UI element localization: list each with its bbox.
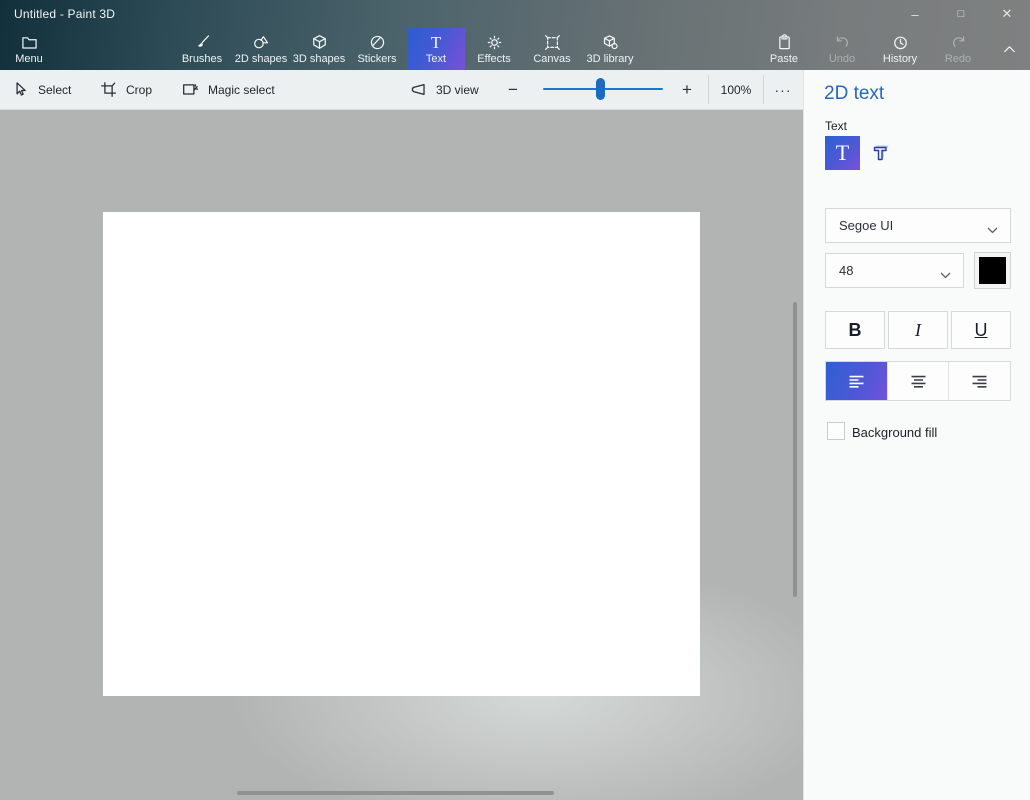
minimize-icon: –: [911, 7, 918, 22]
text-color-swatch[interactable]: [974, 252, 1011, 289]
zoom-level-button[interactable]: 100%: [709, 70, 763, 109]
2d-text-icon: T: [836, 142, 849, 164]
alignment-group: [825, 361, 1011, 401]
panel-title: 2D text: [824, 83, 884, 105]
align-center-button[interactable]: [887, 362, 949, 400]
titlebar: Untitled - Paint 3D – □ ✕: [0, 0, 1030, 28]
toolbar-item-undo[interactable]: Undo: [813, 28, 871, 70]
select-cursor-icon: [12, 81, 29, 98]
align-left-icon: [848, 373, 865, 390]
italic-button[interactable]: I: [888, 311, 948, 349]
horizontal-scrollbar[interactable]: [237, 791, 554, 795]
collapse-ribbon-button[interactable]: [988, 28, 1030, 70]
bold-button[interactable]: B: [825, 311, 885, 349]
underline-button[interactable]: U: [951, 311, 1011, 349]
undo-icon: [834, 34, 851, 51]
window-title: Untitled - Paint 3D: [14, 7, 115, 21]
maximize-button[interactable]: □: [938, 0, 984, 28]
font-family-value: Segoe UI: [826, 218, 987, 233]
3d-view-button[interactable]: 3D view: [410, 70, 479, 109]
2d-text-type-button[interactable]: T: [825, 136, 860, 170]
toolbar-item-menu[interactable]: Menu: [0, 28, 58, 70]
paste-clipboard-icon: [776, 34, 793, 51]
background-fill-label: Background fill: [852, 425, 937, 440]
sticker-icon: [369, 34, 386, 51]
ellipsis-icon: ···: [775, 82, 792, 98]
2d-text-panel: 2D text Text T Segoe UI 48 B I U: [803, 70, 1030, 800]
zoom-slider[interactable]: [543, 70, 663, 109]
close-icon: ✕: [1002, 6, 1013, 22]
zoom-slider-thumb[interactable]: [596, 78, 605, 100]
maximize-icon: □: [958, 8, 965, 20]
text-tool-icon: T: [431, 34, 441, 51]
current-color: [979, 257, 1006, 284]
vertical-scrollbar[interactable]: [793, 302, 797, 597]
menu-folder-icon: [21, 34, 38, 51]
3d-library-icon: [602, 34, 619, 51]
font-size-dropdown[interactable]: 48: [825, 253, 964, 288]
workspace: [0, 110, 803, 800]
toolbar-item-3d-library[interactable]: 3D library: [581, 28, 639, 70]
text-section-label: Text: [825, 119, 847, 133]
toolbar-item-canvas[interactable]: Canvas: [523, 28, 581, 70]
align-right-button[interactable]: [948, 362, 1010, 400]
2d-shapes-icon: [253, 34, 270, 51]
header: Untitled - Paint 3D – □ ✕ Menu Brushes 2…: [0, 0, 1030, 70]
align-center-icon: [910, 373, 927, 390]
crop-icon: [100, 81, 117, 98]
window-controls: – □ ✕: [892, 0, 1030, 28]
paint3d-window: Untitled - Paint 3D – □ ✕ Menu Brushes 2…: [0, 0, 1030, 800]
chevron-up-icon: [1001, 41, 1018, 58]
toolbar-item-redo[interactable]: Redo: [929, 28, 987, 70]
toolbar-item-history[interactable]: History: [871, 28, 929, 70]
3d-view-icon: [410, 81, 427, 98]
magic-select-button[interactable]: Magic select: [182, 70, 275, 109]
toolbar-item-text[interactable]: T Text: [407, 28, 465, 70]
history-clock-icon: [892, 34, 909, 51]
minus-icon: −: [508, 80, 518, 100]
zoom-out-button[interactable]: −: [498, 70, 528, 109]
cube-icon: [311, 34, 328, 51]
magic-select-icon: [182, 81, 199, 98]
effects-sun-icon: [486, 34, 503, 51]
brush-icon: [194, 34, 211, 51]
canvas-frame-icon: [544, 34, 561, 51]
3d-text-icon: [870, 141, 894, 165]
chevron-down-icon: [987, 222, 998, 229]
zoom-in-button[interactable]: +: [672, 70, 702, 109]
plus-icon: +: [682, 80, 692, 100]
more-options-button[interactable]: ···: [763, 70, 803, 109]
font-family-dropdown[interactable]: Segoe UI: [825, 208, 1011, 243]
align-right-icon: [971, 373, 988, 390]
toolbar-item-effects[interactable]: Effects: [465, 28, 523, 70]
background-fill-checkbox[interactable]: [827, 422, 845, 440]
3d-text-type-button[interactable]: [866, 138, 898, 168]
secondary-toolbar: Select Crop Magic select 3D view − + 100…: [0, 70, 803, 110]
select-button[interactable]: Select: [12, 70, 71, 109]
minimize-button[interactable]: –: [892, 0, 938, 28]
drawing-canvas[interactable]: [103, 212, 700, 696]
align-left-button[interactable]: [826, 362, 887, 400]
toolbar-item-3d-shapes[interactable]: 3D shapes: [290, 28, 348, 70]
redo-icon: [950, 34, 967, 51]
toolbar-item-2d-shapes[interactable]: 2D shapes: [232, 28, 290, 70]
chevron-down-icon: [940, 267, 951, 274]
toolbar-item-paste[interactable]: Paste: [755, 28, 813, 70]
toolbar-item-stickers[interactable]: Stickers: [348, 28, 406, 70]
crop-button[interactable]: Crop: [100, 70, 152, 109]
close-button[interactable]: ✕: [984, 0, 1030, 28]
toolbar-item-brushes[interactable]: Brushes: [173, 28, 231, 70]
font-size-value: 48: [826, 263, 940, 278]
